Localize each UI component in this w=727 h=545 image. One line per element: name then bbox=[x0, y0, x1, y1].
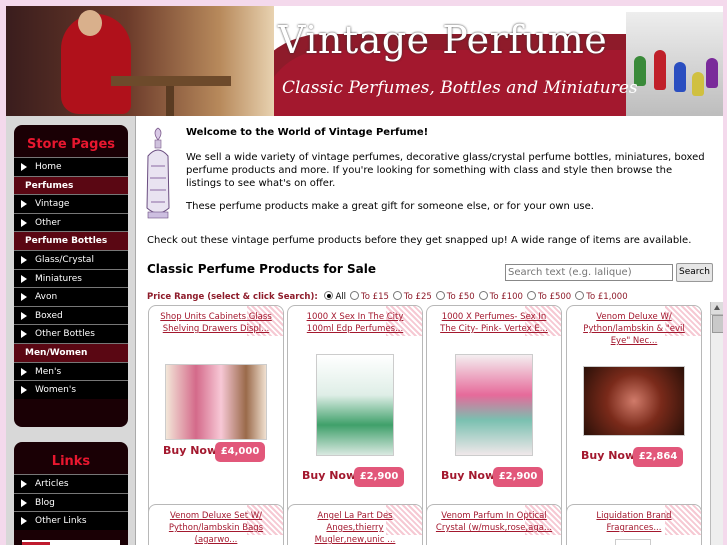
intro-paragraph: We sell a wide variety of vintage perfum… bbox=[186, 152, 705, 189]
welcome-heading: Welcome to the World of Vintage Perfume! bbox=[186, 127, 429, 138]
checkout-text: Check out these vintage perfume products… bbox=[147, 235, 692, 246]
link-item-articles[interactable]: Articles bbox=[14, 474, 128, 493]
sidebar: Store Pages Home Perfumes Vintage Other Perf… bbox=[6, 116, 135, 545]
nav-item-boxed[interactable]: Boxed bbox=[14, 305, 128, 325]
nav-item-vintage[interactable]: Vintage bbox=[14, 194, 128, 213]
price-range-filter: Price Range (select & click Search): All… bbox=[147, 291, 628, 302]
store-pages-title: Store Pages bbox=[26, 137, 116, 152]
site-banner: Vintage Perfume Classic Perfumes, Bottle… bbox=[6, 6, 723, 116]
banner-woman-head bbox=[78, 10, 102, 36]
price-badge[interactable]: £2,864 bbox=[633, 447, 683, 467]
product-card[interactable]: 1000 X Sex In The City 100ml Edp Perfume… bbox=[287, 305, 423, 527]
price-radio-to-50[interactable] bbox=[435, 291, 445, 300]
nav-category-perfume-bottles[interactable]: Perfume Bottles bbox=[14, 231, 128, 250]
price-radio-to-500[interactable] bbox=[526, 291, 536, 300]
banner-vanity-table bbox=[111, 76, 231, 86]
link-item-other-links[interactable]: Other Links bbox=[14, 511, 128, 530]
site-subtitle: Classic Perfumes, Bottles and Miniatures bbox=[282, 78, 638, 98]
banner-bottles-image bbox=[626, 12, 723, 116]
price-range-options: All To £15 To £25 To £50 To £100 To £500 To £1… bbox=[320, 291, 628, 302]
search-button[interactable]: Search bbox=[676, 263, 713, 282]
content-divider bbox=[135, 116, 136, 545]
product-title-link[interactable]: 1000 X Sex In The City 100ml Edp Perfume… bbox=[294, 311, 416, 335]
price-range-label: Price Range (select & click Search): bbox=[147, 292, 318, 302]
bottle-icon bbox=[674, 62, 686, 92]
product-title-link[interactable]: Venom Parfum In Optical Crystal (w/musk,… bbox=[433, 510, 555, 534]
banner-vanity-leg bbox=[166, 86, 174, 116]
product-title-link[interactable]: Venom Deluxe Set W/ Python/lambskin Bags… bbox=[155, 510, 277, 545]
product-card[interactable]: Venom Deluxe W/ Python/lambskin & "evil … bbox=[566, 305, 702, 527]
product-card[interactable]: Liquidation Brand Fragrances... bbox=[566, 504, 702, 545]
price-option-label[interactable]: To £500 bbox=[538, 292, 571, 302]
nav-category-men-women[interactable]: Men/Women bbox=[14, 342, 128, 362]
price-radio-to-25[interactable] bbox=[392, 291, 402, 300]
links-title: Links bbox=[51, 454, 91, 469]
products-section-title: Classic Perfume Products for Sale bbox=[147, 262, 376, 276]
product-scrollbar[interactable] bbox=[710, 302, 723, 545]
buy-now-label[interactable]: Buy Now bbox=[163, 444, 217, 457]
nav-item-men-s[interactable]: Men's bbox=[14, 361, 128, 381]
store-pages-list: Home Perfumes Vintage Other Perfume Bottles G… bbox=[14, 157, 128, 399]
scroll-thumb[interactable] bbox=[712, 315, 723, 333]
bottle-icon bbox=[654, 50, 666, 90]
nav-item-miniatures[interactable]: Miniatures bbox=[14, 268, 128, 288]
links-list: Articles Blog Other Links bbox=[14, 474, 128, 530]
product-card[interactable]: Venom Parfum In Optical Crystal (w/musk,… bbox=[426, 504, 562, 545]
nav-item-glass-crystal[interactable]: Glass/Crystal bbox=[14, 249, 128, 269]
price-radio-to-1-000[interactable] bbox=[575, 291, 585, 300]
price-option-label[interactable]: To £100 bbox=[490, 292, 523, 302]
price-radio-all[interactable] bbox=[324, 291, 334, 300]
product-card[interactable]: Shop Units Cabinets Glass Shelving Drawe… bbox=[148, 305, 284, 527]
search-input[interactable] bbox=[505, 264, 673, 281]
nav-item-other-bottles[interactable]: Other Bottles bbox=[14, 324, 128, 343]
price-option-label[interactable]: To £25 bbox=[404, 292, 432, 302]
product-card[interactable]: 1000 X Perfumes- Sex In The City- Pink- … bbox=[426, 305, 562, 527]
nav-item-women-s[interactable]: Women's bbox=[14, 380, 128, 399]
links-panel: Links Articles Blog Other Links bbox=[14, 442, 128, 545]
price-option-label[interactable]: To £1,000 bbox=[586, 292, 627, 302]
nav-item-other[interactable]: Other bbox=[14, 212, 128, 232]
product-image[interactable] bbox=[165, 364, 267, 440]
product-image[interactable] bbox=[583, 366, 685, 436]
product-image[interactable] bbox=[615, 539, 651, 545]
product-title-link[interactable]: 1000 X Perfumes- Sex In The City- Pink- … bbox=[433, 311, 555, 335]
buy-now-label[interactable]: Buy Now bbox=[441, 469, 495, 482]
product-card[interactable]: Venom Deluxe Set W/ Python/lambskin Bags… bbox=[148, 504, 284, 545]
buy-now-label[interactable]: Buy Now bbox=[302, 469, 356, 482]
product-title-link[interactable]: Shop Units Cabinets Glass Shelving Drawe… bbox=[155, 311, 277, 335]
bottle-icon bbox=[706, 58, 718, 88]
product-card[interactable]: Angel La Part Des Anges,thierry Mugler,n… bbox=[287, 504, 423, 545]
nav-item-avon[interactable]: Avon bbox=[14, 287, 128, 306]
product-image[interactable] bbox=[455, 354, 533, 456]
price-radio-to-15[interactable] bbox=[350, 291, 360, 300]
price-option-label[interactable]: All bbox=[335, 292, 346, 302]
gift-paragraph: These perfume products make a great gift… bbox=[186, 201, 594, 212]
page: Vintage Perfume Classic Perfumes, Bottle… bbox=[6, 6, 723, 545]
scroll-up-icon[interactable] bbox=[711, 302, 723, 315]
price-badge[interactable]: £2,900 bbox=[493, 467, 543, 487]
price-option-label[interactable]: To £50 bbox=[447, 292, 475, 302]
price-option-label[interactable]: To £15 bbox=[361, 292, 389, 302]
price-radio-to-100[interactable] bbox=[478, 291, 488, 300]
product-title-link[interactable]: Venom Deluxe W/ Python/lambskin & "evil … bbox=[573, 311, 695, 347]
sidebar-ad-image bbox=[22, 540, 120, 545]
price-badge[interactable]: £2,900 bbox=[354, 467, 404, 487]
site-title: Vintage Perfume bbox=[278, 18, 608, 62]
product-image[interactable] bbox=[316, 354, 394, 456]
buy-now-label[interactable]: Buy Now bbox=[581, 449, 635, 462]
product-title-link[interactable]: Angel La Part Des Anges,thierry Mugler,n… bbox=[294, 510, 416, 545]
product-title-link[interactable]: Liquidation Brand Fragrances... bbox=[573, 510, 695, 534]
store-pages-panel: Store Pages Home Perfumes Vintage Other Perf… bbox=[14, 125, 128, 427]
nav-category-perfumes[interactable]: Perfumes bbox=[14, 175, 128, 195]
link-item-blog[interactable]: Blog bbox=[14, 492, 128, 512]
perfume-bottle-image bbox=[146, 127, 170, 219]
nav-item-home[interactable]: Home bbox=[14, 157, 128, 176]
main-content: Welcome to the World of Vintage Perfume!… bbox=[135, 116, 723, 545]
banner-photo bbox=[6, 6, 274, 116]
bottle-icon bbox=[692, 72, 704, 96]
price-badge[interactable]: £4,000 bbox=[215, 442, 265, 462]
